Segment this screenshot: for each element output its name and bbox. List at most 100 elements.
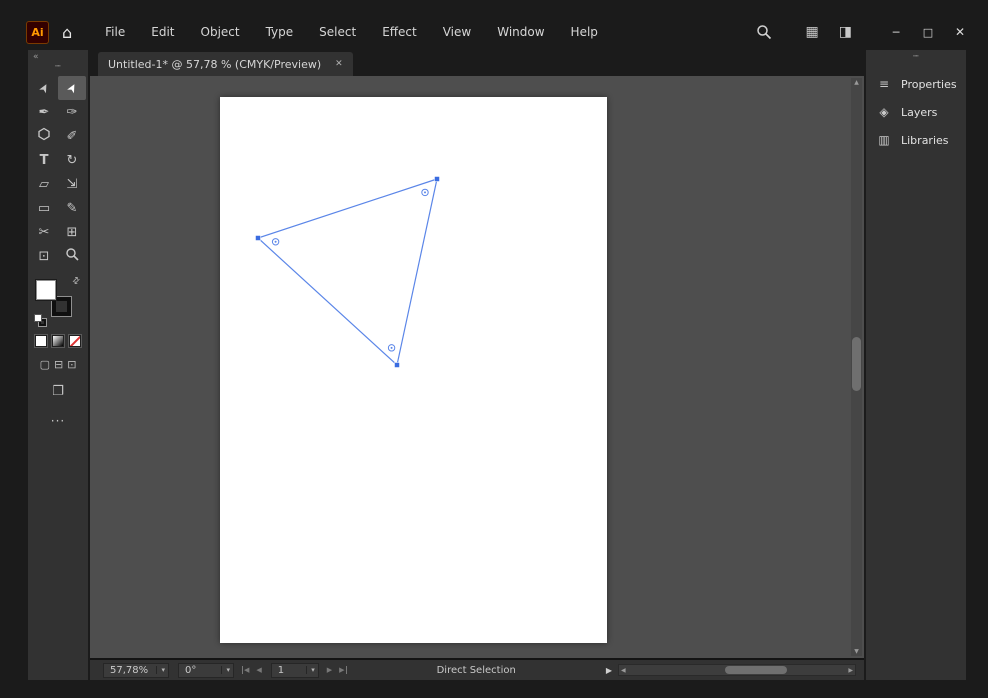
selection-overlay[interactable] xyxy=(90,76,864,658)
tab-bar: Untitled-1* @ 57,78 % (CMYK/Preview) ✕ xyxy=(90,50,864,76)
search-icon[interactable] xyxy=(756,24,772,40)
gradient-button[interactable] xyxy=(52,335,64,347)
selection-tool[interactable]: ➤ xyxy=(30,76,58,100)
menu-select[interactable]: Select xyxy=(306,25,369,39)
panel-tab-layers[interactable]: ◈ Layers xyxy=(866,98,966,126)
color-button[interactable] xyxy=(35,335,47,347)
zoom-value: 57,78% xyxy=(110,665,148,676)
last-artboard-icon[interactable]: ▶ xyxy=(339,666,346,674)
previous-artboard-icon[interactable]: ◀ xyxy=(256,666,261,674)
chevron-down-icon: ▾ xyxy=(156,666,165,674)
menu-object[interactable]: Object xyxy=(188,25,253,39)
none-button[interactable] xyxy=(69,335,81,347)
scroll-up-icon[interactable]: ▲ xyxy=(851,79,862,86)
menu-window[interactable]: Window xyxy=(484,25,557,39)
artboard-tool[interactable]: ⊡ xyxy=(30,244,58,268)
current-tool-label: Direct Selection xyxy=(437,665,516,676)
rotation-dropdown[interactable]: 0° ▾ xyxy=(178,663,234,678)
curvature-icon: ✑ xyxy=(67,105,78,120)
rotate-tool[interactable]: ↻ xyxy=(58,148,86,172)
draw-behind-icon[interactable]: ⊟ xyxy=(54,358,63,371)
eyedropper-tool[interactable]: ✎ xyxy=(58,196,86,220)
draw-inside-icon[interactable]: ⊡ xyxy=(67,358,76,371)
minimize-button[interactable]: ─ xyxy=(888,26,904,39)
vertical-scrollbar[interactable]: ▲ ▼ xyxy=(851,78,862,656)
direct-selection-arrow-icon: ➤ xyxy=(63,80,80,95)
eraser-tool[interactable]: ▱ xyxy=(30,172,58,196)
eyedropper-icon: ✎ xyxy=(67,201,78,216)
menu-file[interactable]: File xyxy=(92,25,138,39)
menu-help[interactable]: Help xyxy=(558,25,611,39)
panel-tab-libraries[interactable]: ▥ Libraries xyxy=(866,126,966,154)
workspace: « ┉ ➤ ➤ ✒ ✑ ✐ T ↻ ▱ ⇲ ▭ ✎ ✂ ⊞ ⊡ ⇄ xyxy=(28,50,966,680)
status-expand-icon[interactable]: ▶ xyxy=(606,666,612,675)
free-transform-icon: ⊞ xyxy=(67,225,78,240)
direct-selection-tool[interactable]: ➤ xyxy=(58,76,86,100)
document-tab[interactable]: Untitled-1* @ 57,78 % (CMYK/Preview) ✕ xyxy=(98,52,353,76)
menu-edit[interactable]: Edit xyxy=(138,25,187,39)
titlebar-right: ▦ ◨ ─ □ ✕ xyxy=(756,24,968,40)
edit-toolbar-button[interactable]: ··· xyxy=(51,414,65,428)
menubar: File Edit Object Type Select Effect View… xyxy=(92,25,611,39)
vertical-scrollbar-thumb[interactable] xyxy=(852,337,861,391)
anchor-point[interactable] xyxy=(395,363,400,368)
panel-grip-icon[interactable]: ┉ xyxy=(866,53,966,61)
eraser-icon: ▱ xyxy=(39,177,49,192)
scissors-tool[interactable]: ✂ xyxy=(30,220,58,244)
maximize-button[interactable]: □ xyxy=(920,26,936,39)
panel-dock: ┉ ≡ Properties ◈ Layers ▥ Libraries xyxy=(866,50,966,680)
scroll-down-icon[interactable]: ▼ xyxy=(851,648,862,655)
default-fill-stroke-icon[interactable] xyxy=(35,315,46,326)
illustrator-window: Ai ⌂ File Edit Object Type Select Effect… xyxy=(0,0,988,698)
close-button[interactable]: ✕ xyxy=(952,25,968,39)
menu-type[interactable]: Type xyxy=(253,25,307,39)
scissors-icon: ✂ xyxy=(39,225,50,240)
zoom-dropdown[interactable]: 57,78% ▾ xyxy=(103,663,169,678)
artboard-icon: ⊡ xyxy=(39,249,50,264)
triangle-path[interactable] xyxy=(258,179,437,365)
menu-effect[interactable]: Effect xyxy=(369,25,430,39)
workspace-switcher-icon[interactable]: ◨ xyxy=(839,24,852,40)
zoom-tool[interactable] xyxy=(58,244,86,268)
first-artboard-icon[interactable]: ◀ xyxy=(242,666,249,674)
shaper-tool[interactable] xyxy=(30,124,58,148)
titlebar: Ai ⌂ File Edit Object Type Select Effect… xyxy=(0,0,988,50)
app-logo-icon: Ai xyxy=(26,21,49,44)
free-transform-tool[interactable]: ⊞ xyxy=(58,220,86,244)
horizontal-scrollbar[interactable]: ◀ ▶ xyxy=(618,664,856,676)
status-bar: 57,78% ▾ 0° ▾ ◀ ◀ 1 ▾ ▶ ▶ xyxy=(90,658,864,680)
home-icon[interactable]: ⌂ xyxy=(62,23,72,42)
horizontal-scrollbar-thumb[interactable] xyxy=(725,666,787,674)
fill-swatch[interactable] xyxy=(36,280,56,300)
magnifier-icon xyxy=(65,247,79,265)
toolbar-collapse-icon[interactable]: « xyxy=(28,52,44,62)
properties-icon: ≡ xyxy=(876,77,892,91)
panel-tab-properties[interactable]: ≡ Properties xyxy=(866,70,966,98)
type-tool[interactable]: T xyxy=(30,148,58,172)
scale-icon: ⇲ xyxy=(67,177,78,192)
swap-fill-stroke-icon[interactable]: ⇄ xyxy=(71,275,83,287)
pen-tool[interactable]: ✒ xyxy=(30,100,58,124)
menu-view[interactable]: View xyxy=(430,25,484,39)
screen-mode-icon[interactable]: ❐ xyxy=(52,384,64,399)
rectangle-tool[interactable]: ▭ xyxy=(30,196,58,220)
curvature-tool[interactable]: ✑ xyxy=(58,100,86,124)
anchor-point[interactable] xyxy=(435,177,440,182)
draw-normal-icon[interactable]: ▢ xyxy=(40,358,50,371)
toolbar-grip-icon[interactable]: ┉ xyxy=(55,63,60,71)
scroll-right-icon[interactable]: ▶ xyxy=(848,667,853,674)
tab-close-icon[interactable]: ✕ xyxy=(335,59,343,69)
panel-label: Properties xyxy=(901,78,957,91)
next-artboard-icon[interactable]: ▶ xyxy=(327,666,332,674)
pen-icon: ✒ xyxy=(39,105,50,120)
scale-tool[interactable]: ⇲ xyxy=(58,172,86,196)
arrange-documents-icon[interactable]: ▦ xyxy=(806,24,819,40)
scroll-left-icon[interactable]: ◀ xyxy=(621,667,626,674)
paintbrush-tool[interactable]: ✐ xyxy=(58,124,86,148)
corner-widget-dot xyxy=(391,347,393,349)
anchor-point[interactable] xyxy=(256,236,261,241)
canvas[interactable]: ▲ ▼ xyxy=(90,76,864,658)
rotation-value: 0° xyxy=(185,665,196,676)
default-fill-icon xyxy=(35,315,41,321)
artboard-number-dropdown[interactable]: 1 ▾ xyxy=(271,663,319,678)
